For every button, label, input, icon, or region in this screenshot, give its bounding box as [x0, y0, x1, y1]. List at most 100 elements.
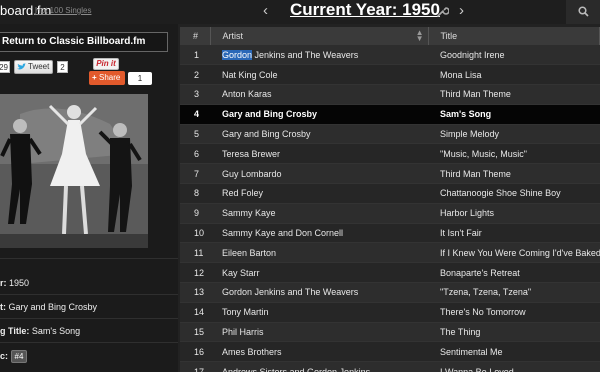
hot-100-link[interactable]: Hot 100 Singles: [35, 6, 91, 15]
search-icon: [578, 6, 589, 17]
table-row-current[interactable]: 4 Gary and Bing Crosby Sam's Song: [180, 104, 600, 125]
info-rank-label: c:: [0, 351, 9, 361]
artist-cell[interactable]: Phil Harris: [210, 322, 428, 343]
return-to-classic-button[interactable]: Return to Classic Billboard.fm: [0, 32, 168, 52]
tweet-button[interactable]: Tweet: [14, 60, 53, 74]
column-header-rank[interactable]: #: [180, 27, 211, 45]
divider: [0, 342, 178, 343]
rank-cell: 4: [180, 104, 210, 125]
table-row[interactable]: 16 Ames Brothers Sentimental Me: [180, 341, 600, 363]
column-rank-label: #: [193, 31, 199, 41]
artist-cell[interactable]: Gordon Jenkins and The Weavers: [210, 45, 428, 66]
plus-icon: +: [92, 73, 97, 82]
rank-cell: 12: [180, 262, 210, 284]
sort-icon: ▲ ▼: [415, 28, 424, 43]
title-cell[interactable]: If I Knew You Were Coming I'd've Baked A…: [428, 242, 600, 264]
artist-cell[interactable]: Red Foley: [210, 183, 428, 204]
table-row[interactable]: 9 Sammy Kaye Harbor Lights: [180, 203, 600, 224]
title-cell[interactable]: The Thing: [428, 322, 600, 343]
artist-cell[interactable]: Eileen Barton: [210, 242, 428, 264]
title-cell[interactable]: Chattanoogie Shoe Shine Boy: [428, 183, 600, 204]
table-row[interactable]: 12 Kay Starr Bonaparte's Retreat: [180, 262, 600, 284]
title-cell[interactable]: "Tzena, Tzena, Tzena": [428, 282, 600, 303]
song-detail-panel: Return to Classic Billboard.fm 29 Tweet …: [0, 24, 178, 372]
artist-cell[interactable]: Tony Martin: [210, 302, 428, 323]
column-header-artist[interactable]: Artist ▲ ▼: [210, 27, 429, 45]
table-row[interactable]: 1 Gordon Jenkins and The Weavers Goodnight…: [180, 45, 600, 66]
title-cell[interactable]: "Music, Music, Music": [428, 143, 600, 165]
share-count: 1: [128, 72, 152, 85]
selected-text: Gordon: [222, 49, 253, 60]
artist-cell[interactable]: Nat King Cole: [210, 64, 428, 86]
artist-cell[interactable]: Sammy Kaye and Don Cornell: [210, 223, 428, 244]
artist-cell[interactable]: Anton Karas: [210, 84, 428, 105]
table-row[interactable]: 15 Phil Harris The Thing: [180, 322, 600, 343]
tweet-label: Tweet: [28, 62, 50, 71]
share-button[interactable]: + Share: [89, 71, 125, 85]
rank-cell: 5: [180, 124, 210, 145]
info-song-title-label: g Title:: [0, 326, 30, 336]
table-row[interactable]: 17 Andrews Sisters and Gordon Jenkins I Wa…: [180, 361, 600, 372]
artist-cell[interactable]: Ames Brothers: [210, 341, 428, 363]
rank-cell: 1: [180, 45, 210, 66]
artist-cell[interactable]: Sammy Kaye: [210, 203, 428, 224]
artist-cell[interactable]: Gary and Bing Crosby: [210, 124, 428, 145]
title-cell[interactable]: It Isn't Fair: [428, 223, 600, 244]
title-cell[interactable]: Bonaparte's Retreat: [428, 262, 600, 284]
table-row[interactable]: 8 Red Foley Chattanoogie Shoe Shine Boy: [180, 183, 600, 204]
title-cell[interactable]: Sam's Song: [428, 104, 600, 125]
divider: [0, 258, 178, 259]
title-cell[interactable]: Harbor Lights: [428, 203, 600, 224]
pinit-button[interactable]: Pin it: [93, 58, 119, 70]
info-song-title: g Title: Sam's Song: [0, 326, 80, 336]
table-row[interactable]: 3 Anton Karas Third Man Theme: [180, 84, 600, 105]
rank-cell: 2: [180, 64, 210, 86]
rank-cell: 9: [180, 203, 210, 224]
info-rank: c: #4: [0, 350, 28, 363]
divider: [0, 318, 178, 319]
artist-cell[interactable]: Gary and Bing Crosby: [210, 104, 428, 125]
title-cell[interactable]: Mona Lisa: [428, 64, 600, 86]
table-row[interactable]: 13 Gordon Jenkins and The Weavers "Tzena, …: [180, 282, 600, 303]
rank-cell: 3: [180, 84, 210, 105]
title-cell[interactable]: Goodnight Irene: [428, 45, 600, 66]
title-cell[interactable]: Third Man Theme: [428, 84, 600, 105]
search-button[interactable]: [566, 0, 600, 24]
info-artist-value: Gary and Bing Crosby: [6, 302, 98, 312]
rank-cell: 14: [180, 302, 210, 323]
share-label: Share: [99, 73, 121, 82]
title-cell[interactable]: There's No Tomorrow: [428, 302, 600, 323]
table-row[interactable]: 14 Tony Martin There's No Tomorrow: [180, 302, 600, 323]
previous-year-button[interactable]: ‹: [263, 2, 268, 20]
column-header-title[interactable]: Title: [428, 27, 600, 45]
rank-cell: 10: [180, 223, 210, 244]
column-title-label: Title: [440, 31, 458, 41]
chart-table-container[interactable]: # Artist ▲ ▼ Title 1 Gordon Jenkins and The…: [180, 27, 600, 372]
wrench-icon[interactable]: [437, 4, 451, 18]
table-row[interactable]: 10 Sammy Kaye and Don Cornell It Isn't Fai…: [180, 223, 600, 244]
next-year-button[interactable]: ›: [459, 2, 464, 20]
table-row[interactable]: 6 Teresa Brewer "Music, Music, Music": [180, 143, 600, 165]
current-year-title[interactable]: Current Year: 1950: [290, 0, 440, 20]
info-year: r: 1950: [0, 278, 29, 288]
title-cell[interactable]: I Wanna Be Loved: [428, 361, 600, 372]
artist-cell[interactable]: Kay Starr: [210, 262, 428, 284]
artist-cell[interactable]: Gordon Jenkins and The Weavers: [210, 282, 428, 303]
rank-cell: 7: [180, 163, 210, 185]
twitter-bird-icon: [17, 63, 26, 70]
artist-cell[interactable]: Teresa Brewer: [210, 143, 428, 165]
like-count: 29: [0, 61, 10, 73]
table-row[interactable]: 5 Gary and Bing Crosby Simple Melody: [180, 124, 600, 145]
title-cell[interactable]: Simple Melody: [428, 124, 600, 145]
table-row[interactable]: 2 Nat King Cole Mona Lisa: [180, 64, 600, 86]
rank-cell: 6: [180, 143, 210, 165]
rank-badge: #4: [10, 350, 28, 363]
table-row[interactable]: 7 Guy Lombardo Third Man Theme: [180, 163, 600, 185]
artist-cell[interactable]: Guy Lombardo: [210, 163, 428, 185]
rank-cell: 15: [180, 322, 210, 343]
table-row[interactable]: 11 Eileen Barton If I Knew You Were Coming…: [180, 242, 600, 264]
title-cell[interactable]: Sentimental Me: [428, 341, 600, 363]
title-cell[interactable]: Third Man Theme: [428, 163, 600, 185]
rank-cell: 11: [180, 242, 210, 264]
artist-cell[interactable]: Andrews Sisters and Gordon Jenkins: [210, 361, 428, 372]
